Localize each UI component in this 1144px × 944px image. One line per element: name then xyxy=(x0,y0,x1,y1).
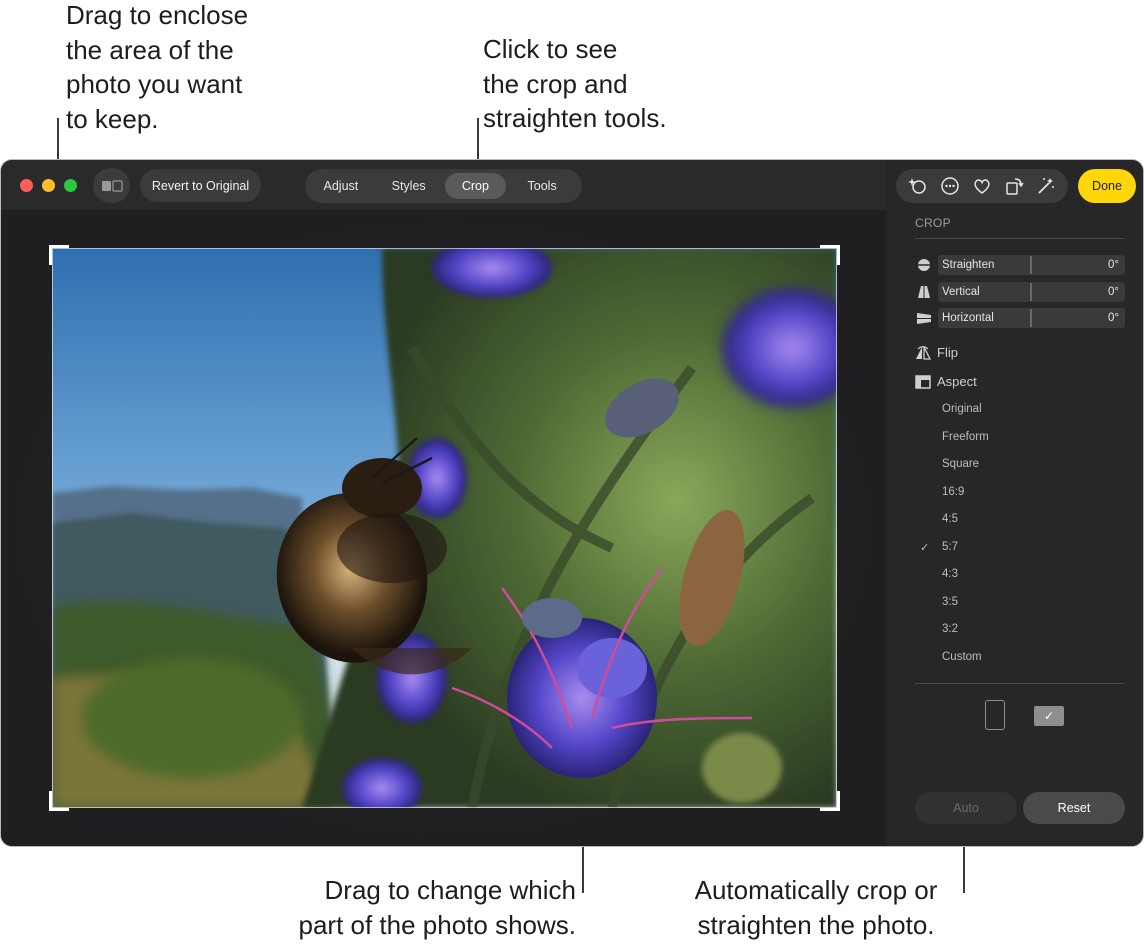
photos-window: Revert to Original Adjust Styles Crop To… xyxy=(1,160,1143,846)
heart-icon[interactable] xyxy=(971,175,993,197)
crop-handle-bottom-right[interactable] xyxy=(820,791,840,811)
reset-button[interactable]: Reset xyxy=(1023,792,1125,824)
crop-handle-top-right[interactable] xyxy=(820,245,840,265)
aspect-square[interactable]: Square xyxy=(942,458,979,470)
edit-mode-tabs: Adjust Styles Crop Tools xyxy=(305,169,582,203)
close-button[interactable] xyxy=(20,179,33,192)
landscape-orientation-button[interactable]: ✓ xyxy=(1034,706,1064,726)
aspect-3-5[interactable]: 3:5 xyxy=(942,596,958,608)
crop-handle-bottom-left[interactable] xyxy=(49,791,69,811)
aspect-freeform[interactable]: Freeform xyxy=(942,431,989,443)
callout-auto-crop: Automatically crop or straighten the pho… xyxy=(694,875,938,940)
aspect-4-5[interactable]: 4:5 xyxy=(942,513,958,525)
window-controls xyxy=(20,179,77,192)
tab-adjust[interactable]: Adjust xyxy=(309,173,373,199)
tab-crop[interactable]: Crop xyxy=(444,173,507,199)
slider-value: 0° xyxy=(1108,312,1119,324)
crop-handle-top-left[interactable] xyxy=(49,245,69,265)
photo-actions xyxy=(896,169,1068,203)
vertical-perspective-icon xyxy=(915,284,933,300)
tab-styles[interactable]: Styles xyxy=(373,173,445,199)
horizontal-slider[interactable]: Horizontal 0° xyxy=(915,308,1125,328)
flip-icon xyxy=(915,345,931,360)
callout-enclose: Drag to enclose the area of the photo yo… xyxy=(66,0,249,134)
slider-label: Vertical xyxy=(942,286,980,298)
toolbar: Revert to Original Adjust Styles Crop To… xyxy=(1,160,886,210)
flip-label: Flip xyxy=(937,345,958,360)
slider-label: Horizontal xyxy=(942,312,994,324)
slider-value: 0° xyxy=(1108,259,1119,271)
rotate-icon[interactable] xyxy=(1003,175,1025,197)
done-button[interactable]: Done xyxy=(1078,169,1136,203)
slider-knob[interactable] xyxy=(1030,283,1032,301)
magic-wand-icon[interactable] xyxy=(1035,175,1057,197)
slider-knob[interactable] xyxy=(1030,256,1032,274)
tab-tools[interactable]: Tools xyxy=(506,173,578,199)
divider xyxy=(915,238,1124,239)
aspect-label: Aspect xyxy=(937,374,977,389)
horizontal-perspective-icon xyxy=(915,310,933,326)
aspect-custom[interactable]: Custom xyxy=(942,651,982,663)
auto-button[interactable]: Auto xyxy=(915,792,1017,824)
aspect-heading: Aspect xyxy=(915,374,977,389)
checkmark-icon: ✓ xyxy=(1043,709,1055,723)
revert-to-original-button[interactable]: Revert to Original xyxy=(140,169,261,202)
sparkle-add-icon[interactable] xyxy=(907,175,929,197)
divider xyxy=(915,683,1124,684)
aspect-icon xyxy=(915,374,931,389)
compare-icon xyxy=(101,179,123,192)
slider-value: 0° xyxy=(1108,286,1119,298)
minimize-button[interactable] xyxy=(42,179,55,192)
aspect-3-2[interactable]: 3:2 xyxy=(942,623,958,635)
crop-heading: CROP xyxy=(915,216,951,230)
aspect-4-3[interactable]: 4:3 xyxy=(942,568,958,580)
vertical-slider[interactable]: Vertical 0° xyxy=(915,282,1125,302)
sidebar: Done CROP Straighten 0° Vertical 0° Hori… xyxy=(886,160,1143,846)
portrait-orientation-button[interactable] xyxy=(985,700,1005,730)
zoom-button[interactable] xyxy=(64,179,77,192)
straighten-icon xyxy=(915,257,933,273)
more-icon[interactable] xyxy=(939,175,961,197)
checkmark-icon: ✓ xyxy=(920,542,930,554)
compare-button[interactable] xyxy=(93,168,130,203)
aspect-5-7[interactable]: 5:7 xyxy=(942,541,958,553)
slider-label: Straighten xyxy=(942,259,995,271)
straighten-slider[interactable]: Straighten 0° xyxy=(915,255,1125,275)
crop-frame[interactable] xyxy=(52,248,837,808)
flip-button[interactable]: Flip xyxy=(915,345,958,360)
callout-crop-tools: Click to see the crop and straighten too… xyxy=(483,34,667,133)
aspect-original[interactable]: Original xyxy=(942,403,982,415)
callout-change-part: Drag to change which part of the photo s… xyxy=(298,875,576,940)
slider-knob[interactable] xyxy=(1030,309,1032,327)
aspect-16-9[interactable]: 16:9 xyxy=(942,486,964,498)
